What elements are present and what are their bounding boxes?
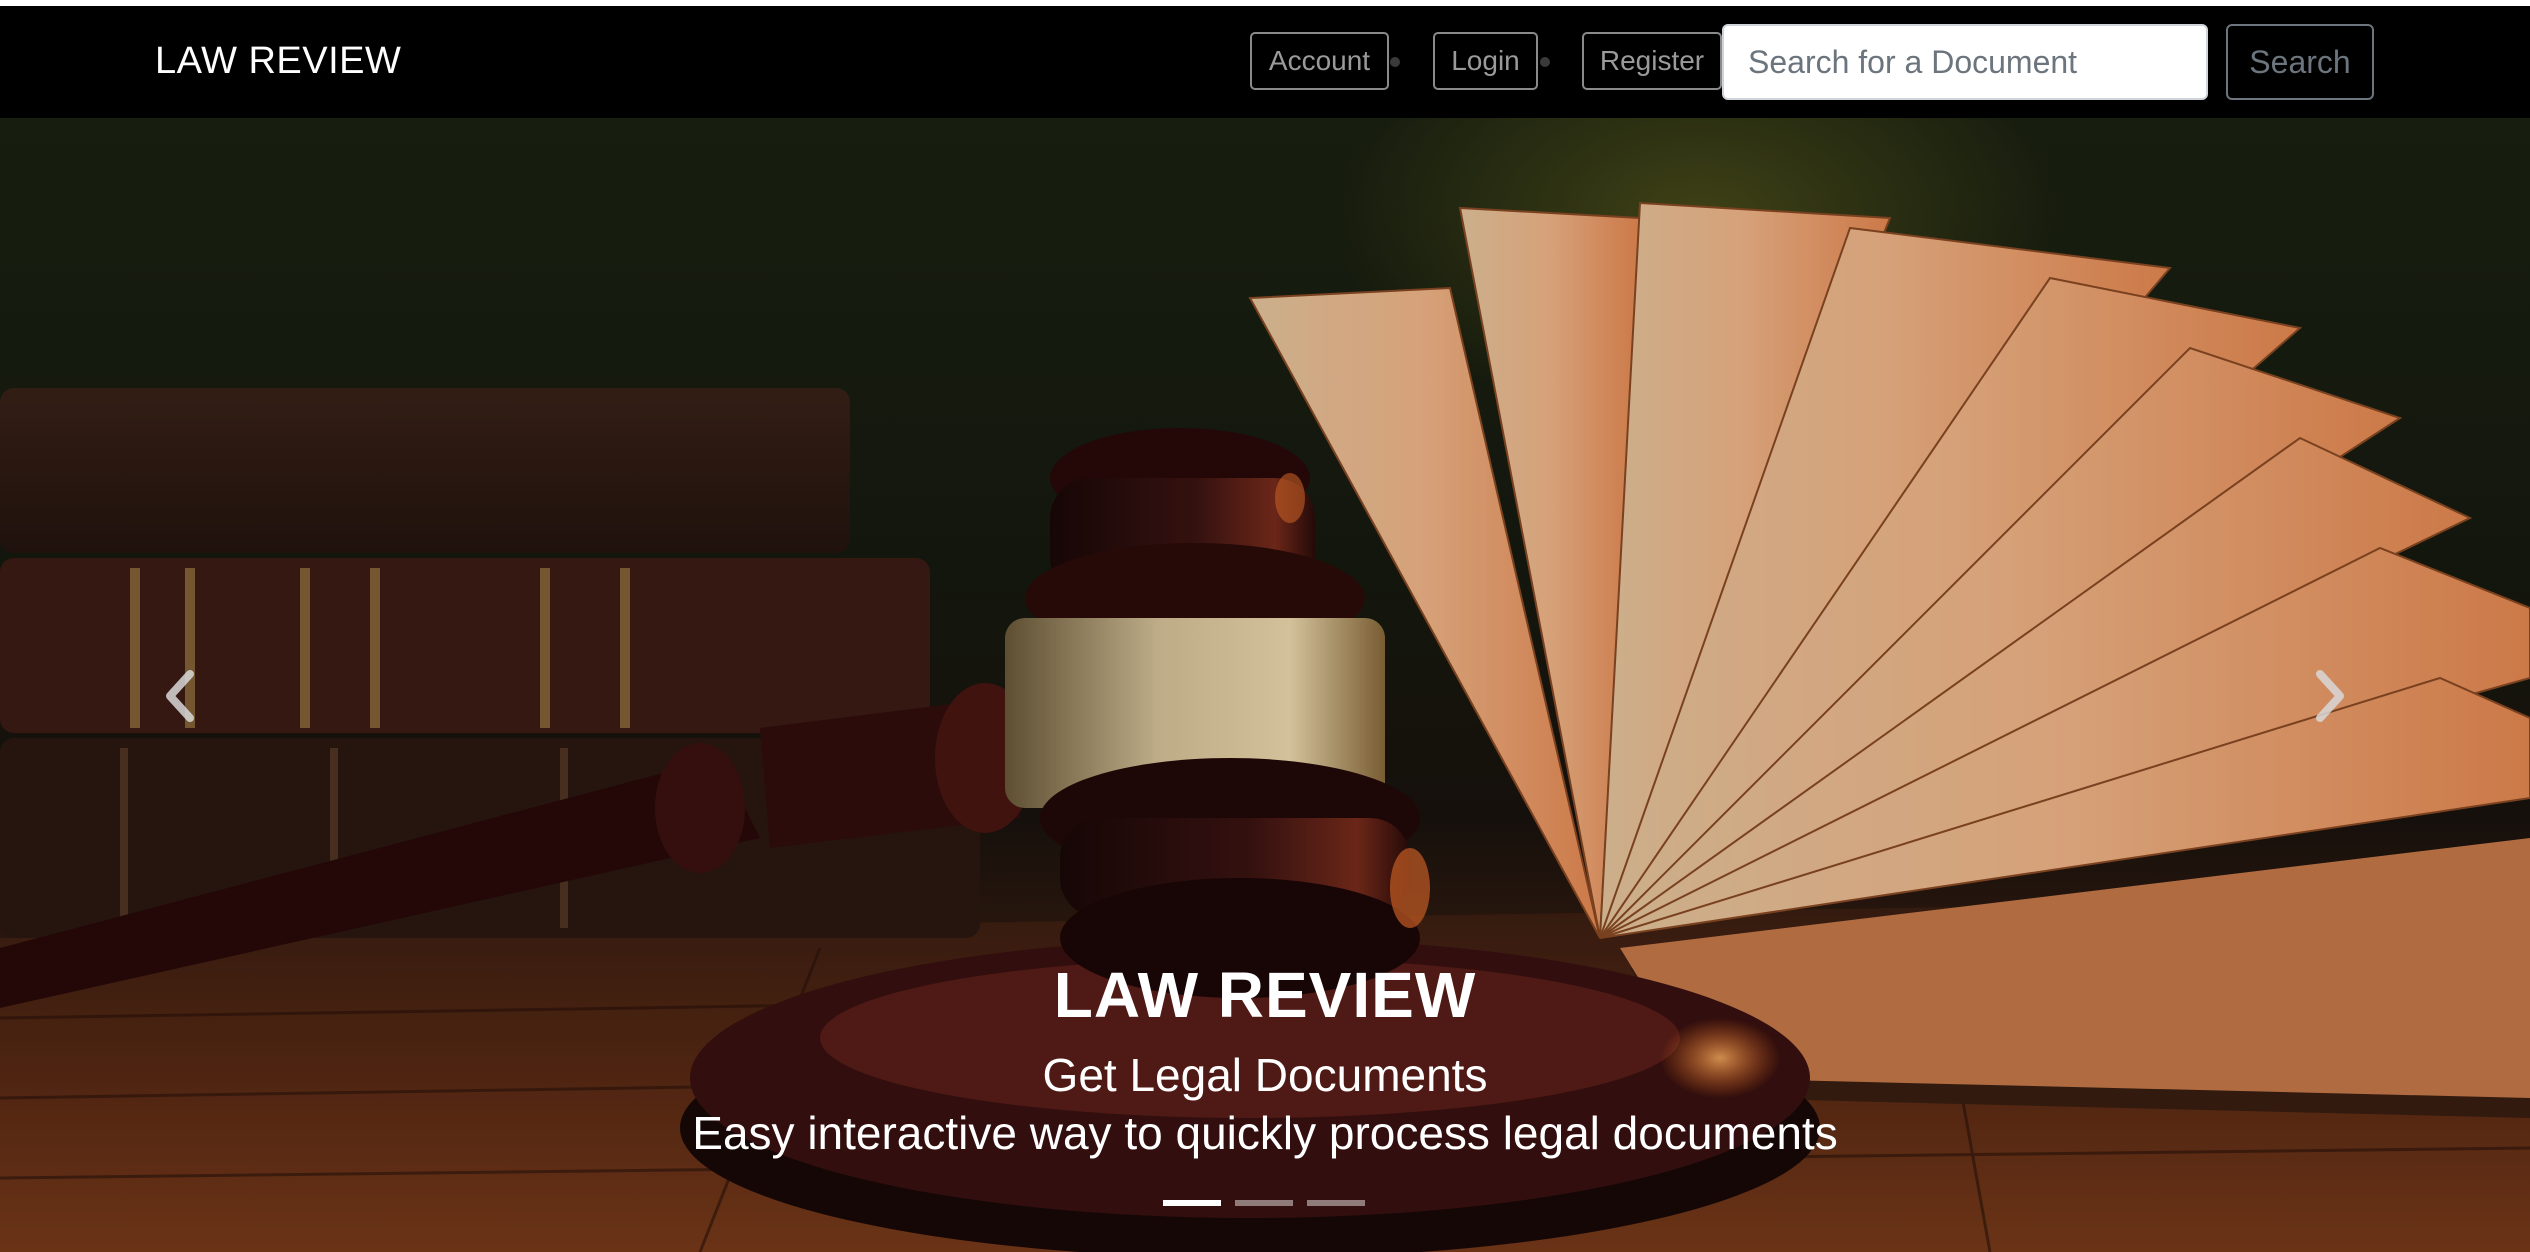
brand-logo-text[interactable]: LAW REVIEW: [155, 40, 401, 83]
chevron-right-icon: [2316, 670, 2344, 722]
carousel-indicator-1[interactable]: [1163, 1200, 1221, 1206]
nav-divider-dot: [1540, 57, 1550, 67]
carousel-indicator-2[interactable]: [1235, 1200, 1293, 1206]
carousel-prev-button[interactable]: [160, 666, 220, 746]
chevron-left-icon: [166, 670, 194, 722]
carousel-next-button[interactable]: [2310, 666, 2370, 746]
hero-carousel: LAW REVIEW Get Legal Documents Easy inte…: [0, 118, 2530, 1252]
register-button[interactable]: Register: [1582, 32, 1722, 90]
carousel-caption-title: LAW REVIEW: [1053, 959, 1477, 1031]
search-input[interactable]: [1722, 24, 2208, 100]
carousel-indicator-3[interactable]: [1307, 1200, 1365, 1206]
login-button[interactable]: Login: [1433, 32, 1538, 90]
search-button[interactable]: Search: [2226, 24, 2374, 100]
navbar: LAW REVIEW Account Login Register Search: [0, 6, 2530, 118]
carousel-caption-subtitle: Get Legal Documents: [1042, 1049, 1488, 1101]
carousel-caption-description: Easy interactive way to quickly process …: [692, 1107, 1838, 1159]
nav-divider-dot: [1390, 57, 1400, 67]
carousel-indicators: [1163, 1200, 1365, 1206]
account-button[interactable]: Account: [1250, 32, 1389, 90]
